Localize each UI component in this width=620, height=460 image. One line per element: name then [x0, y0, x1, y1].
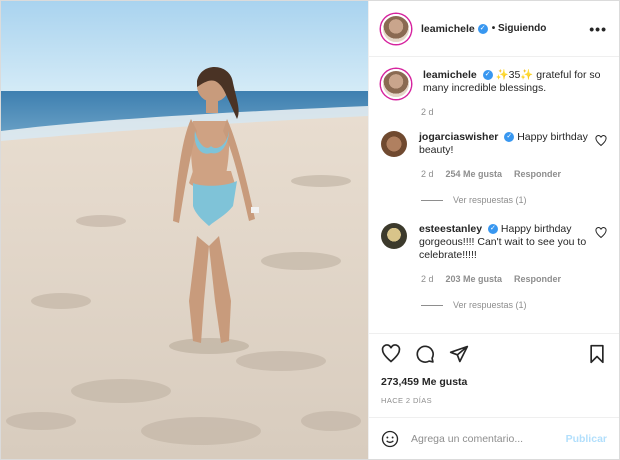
publish-button[interactable]: Publicar [566, 433, 607, 445]
comment-meta: 2 d 203 Me gusta Responder [421, 274, 607, 284]
like-icon[interactable] [381, 344, 401, 364]
avatar[interactable] [381, 13, 411, 44]
post-sidebar: leamichele ✓ • Siguiendo ••• leamichele … [368, 1, 619, 459]
caption: leamichele ✓ ✨35✨ grateful for so many i… [381, 69, 607, 99]
replies-divider [421, 199, 443, 201]
beach-photo [1, 1, 368, 459]
add-comment-bar: Agrega un comentario... Publicar [369, 417, 619, 459]
view-replies-label[interactable]: Ver respuestas (1) [453, 195, 527, 205]
post-modal: leamichele ✓ • Siguiendo ••• leamichele … [0, 0, 620, 460]
comment-icon[interactable] [415, 344, 435, 364]
comment-avatar[interactable] [381, 223, 407, 249]
reply-button[interactable]: Responder [514, 274, 561, 284]
caption-meta: 2 d [421, 107, 607, 117]
caption-avatar[interactable] [381, 69, 411, 99]
verified-badge-icon: ✓ [504, 132, 515, 143]
emoji-icon[interactable] [381, 430, 399, 448]
post-header: leamichele ✓ • Siguiendo ••• [369, 1, 619, 57]
comment-like-icon[interactable] [595, 227, 607, 239]
comment-input[interactable]: Agrega un comentario... [411, 433, 566, 445]
comment-meta: 2 d 254 Me gusta Responder [421, 169, 607, 179]
comment-username[interactable]: jogarciaswisher [419, 131, 498, 143]
save-icon[interactable] [587, 344, 607, 364]
comment-likes[interactable]: 203 Me gusta [446, 274, 503, 284]
header-username[interactable]: leamichele [421, 23, 475, 35]
comments-list: leamichele ✓ ✨35✨ grateful for so many i… [369, 57, 619, 333]
comment-like-icon[interactable] [595, 135, 607, 147]
post-actions: 273,459 Me gusta HACE 2 DÍAS [369, 333, 619, 417]
verified-badge-icon: ✓ [487, 224, 498, 235]
comment-username[interactable]: esteestanley [419, 223, 482, 235]
post-timestamp[interactable]: HACE 2 DÍAS [381, 396, 607, 405]
verified-badge-icon: ✓ [482, 70, 493, 81]
comment-item: jogarciaswisher ✓ Happy birthday beauty! [381, 131, 607, 157]
follow-status[interactable]: • Siguiendo [492, 23, 547, 34]
follow-status-label[interactable]: Siguiendo [498, 23, 546, 34]
comment-time[interactable]: 2 d [421, 169, 434, 179]
caption-username[interactable]: leamichele [423, 69, 477, 81]
verified-badge-icon: ✓ [477, 23, 488, 34]
comment-avatar[interactable] [381, 131, 407, 157]
reply-button[interactable]: Responder [514, 169, 561, 179]
comment-likes[interactable]: 254 Me gusta [446, 169, 503, 179]
caption-time[interactable]: 2 d [421, 107, 434, 117]
view-replies-label[interactable]: Ver respuestas (1) [453, 300, 527, 310]
likes-count[interactable]: 273,459 Me gusta [381, 376, 607, 388]
view-replies[interactable]: Ver respuestas (1) [421, 195, 607, 205]
comment-item: esteestanley ✓ Happy birthday gorgeous!!… [381, 223, 607, 262]
comment-time[interactable]: 2 d [421, 274, 434, 284]
more-icon[interactable]: ••• [589, 21, 607, 37]
post-photo[interactable] [1, 1, 368, 459]
replies-divider [421, 304, 443, 306]
view-replies[interactable]: Ver respuestas (1) [421, 300, 607, 310]
share-icon[interactable] [449, 344, 469, 364]
